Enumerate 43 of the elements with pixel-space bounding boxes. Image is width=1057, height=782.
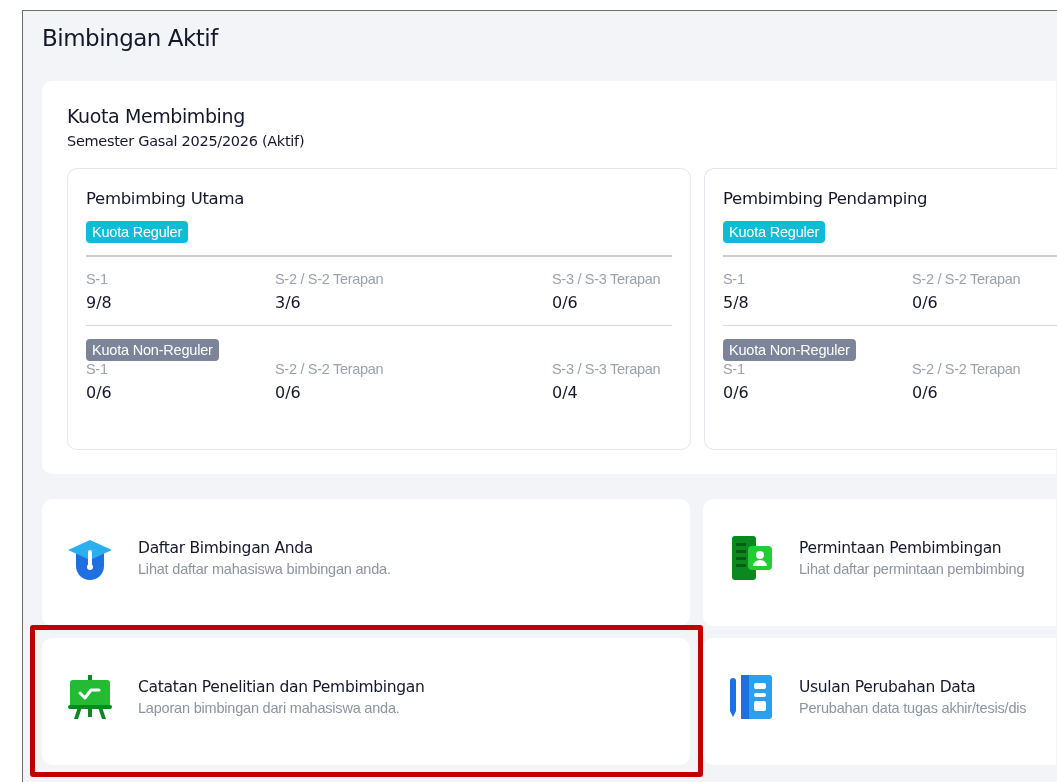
easel-check-icon <box>66 672 114 721</box>
quota-value: 0/6 <box>912 383 938 402</box>
quota-value: 0/6 <box>912 293 938 312</box>
quota-value: 0/6 <box>552 293 578 312</box>
menu-card[interactable]: Catatan Penelitian dan Pembimbingan Laporan bimbingan dari mahasiswa anda. <box>42 638 690 765</box>
menu-description: Laporan bimbingan dari mahasiswa anda. <box>138 699 400 716</box>
quota-label: S-3 / S-3 Terapan <box>552 361 661 377</box>
quota-label: S-2 / S-2 Terapan <box>912 271 1021 287</box>
menu-description: Perubahan data tugas akhir/tesis/dis <box>799 699 1027 716</box>
quota-value: 0/6 <box>86 383 112 402</box>
quota-label: S-2 / S-2 Terapan <box>275 271 384 287</box>
quota-label: S-2 / S-2 Terapan <box>912 361 1021 377</box>
quota-badge: Kuota Reguler <box>86 221 189 243</box>
menu-card[interactable]: Usulan Perubahan Data Perubahan data tugas akhir/tesis/dis <box>703 638 1056 765</box>
quota-value: 5/8 <box>723 293 749 312</box>
quota-badge: Kuota Non-Reguler <box>86 339 219 361</box>
quota-label: S-1 <box>86 271 108 287</box>
quota-value: 0/4 <box>552 383 578 402</box>
card-title: Pembimbing Utama <box>86 189 244 208</box>
panel-title: Kuota Membimbing <box>67 105 245 127</box>
quota-badge: Kuota Non-Reguler <box>723 339 856 361</box>
quota-value: 9/8 <box>86 293 112 312</box>
menu-card[interactable]: Daftar Bimbingan Anda Lihat daftar mahasiswa bimbingan anda. <box>42 499 690 626</box>
quota-badge: Kuota Reguler <box>723 221 826 243</box>
quota-label: S-3 / S-3 Terapan <box>552 271 661 287</box>
card-title: Pembimbing Pendamping <box>723 189 928 208</box>
notebook-pencil-icon <box>727 672 775 721</box>
menu-description: Lihat daftar mahasiswa bimbingan anda. <box>138 560 391 577</box>
quota-label: S-1 <box>723 271 745 287</box>
quota-value: 3/6 <box>275 293 301 312</box>
quota-label: S-1 <box>723 361 745 377</box>
menu-card[interactable]: Permintaan Pembimbingan Lihat daftar permintaan pembimbing <box>703 499 1056 626</box>
semester-label: Semester Gasal 2025/2026 (Aktif) <box>67 133 305 149</box>
quota-value: 0/6 <box>275 383 301 402</box>
menu-title: Usulan Perubahan Data <box>799 677 976 696</box>
menu-title: Catatan Penelitian dan Pembimbingan <box>138 677 425 696</box>
quota-label: S-2 / S-2 Terapan <box>275 361 384 377</box>
menu-title: Permintaan Pembimbingan <box>799 538 1002 557</box>
quota-label: S-1 <box>86 361 108 377</box>
page-title: Bimbingan Aktif <box>42 25 218 51</box>
quota-value: 0/6 <box>723 383 749 402</box>
menu-title: Daftar Bimbingan Anda <box>138 538 314 557</box>
menu-description: Lihat daftar permintaan pembimbing <box>799 560 1025 577</box>
